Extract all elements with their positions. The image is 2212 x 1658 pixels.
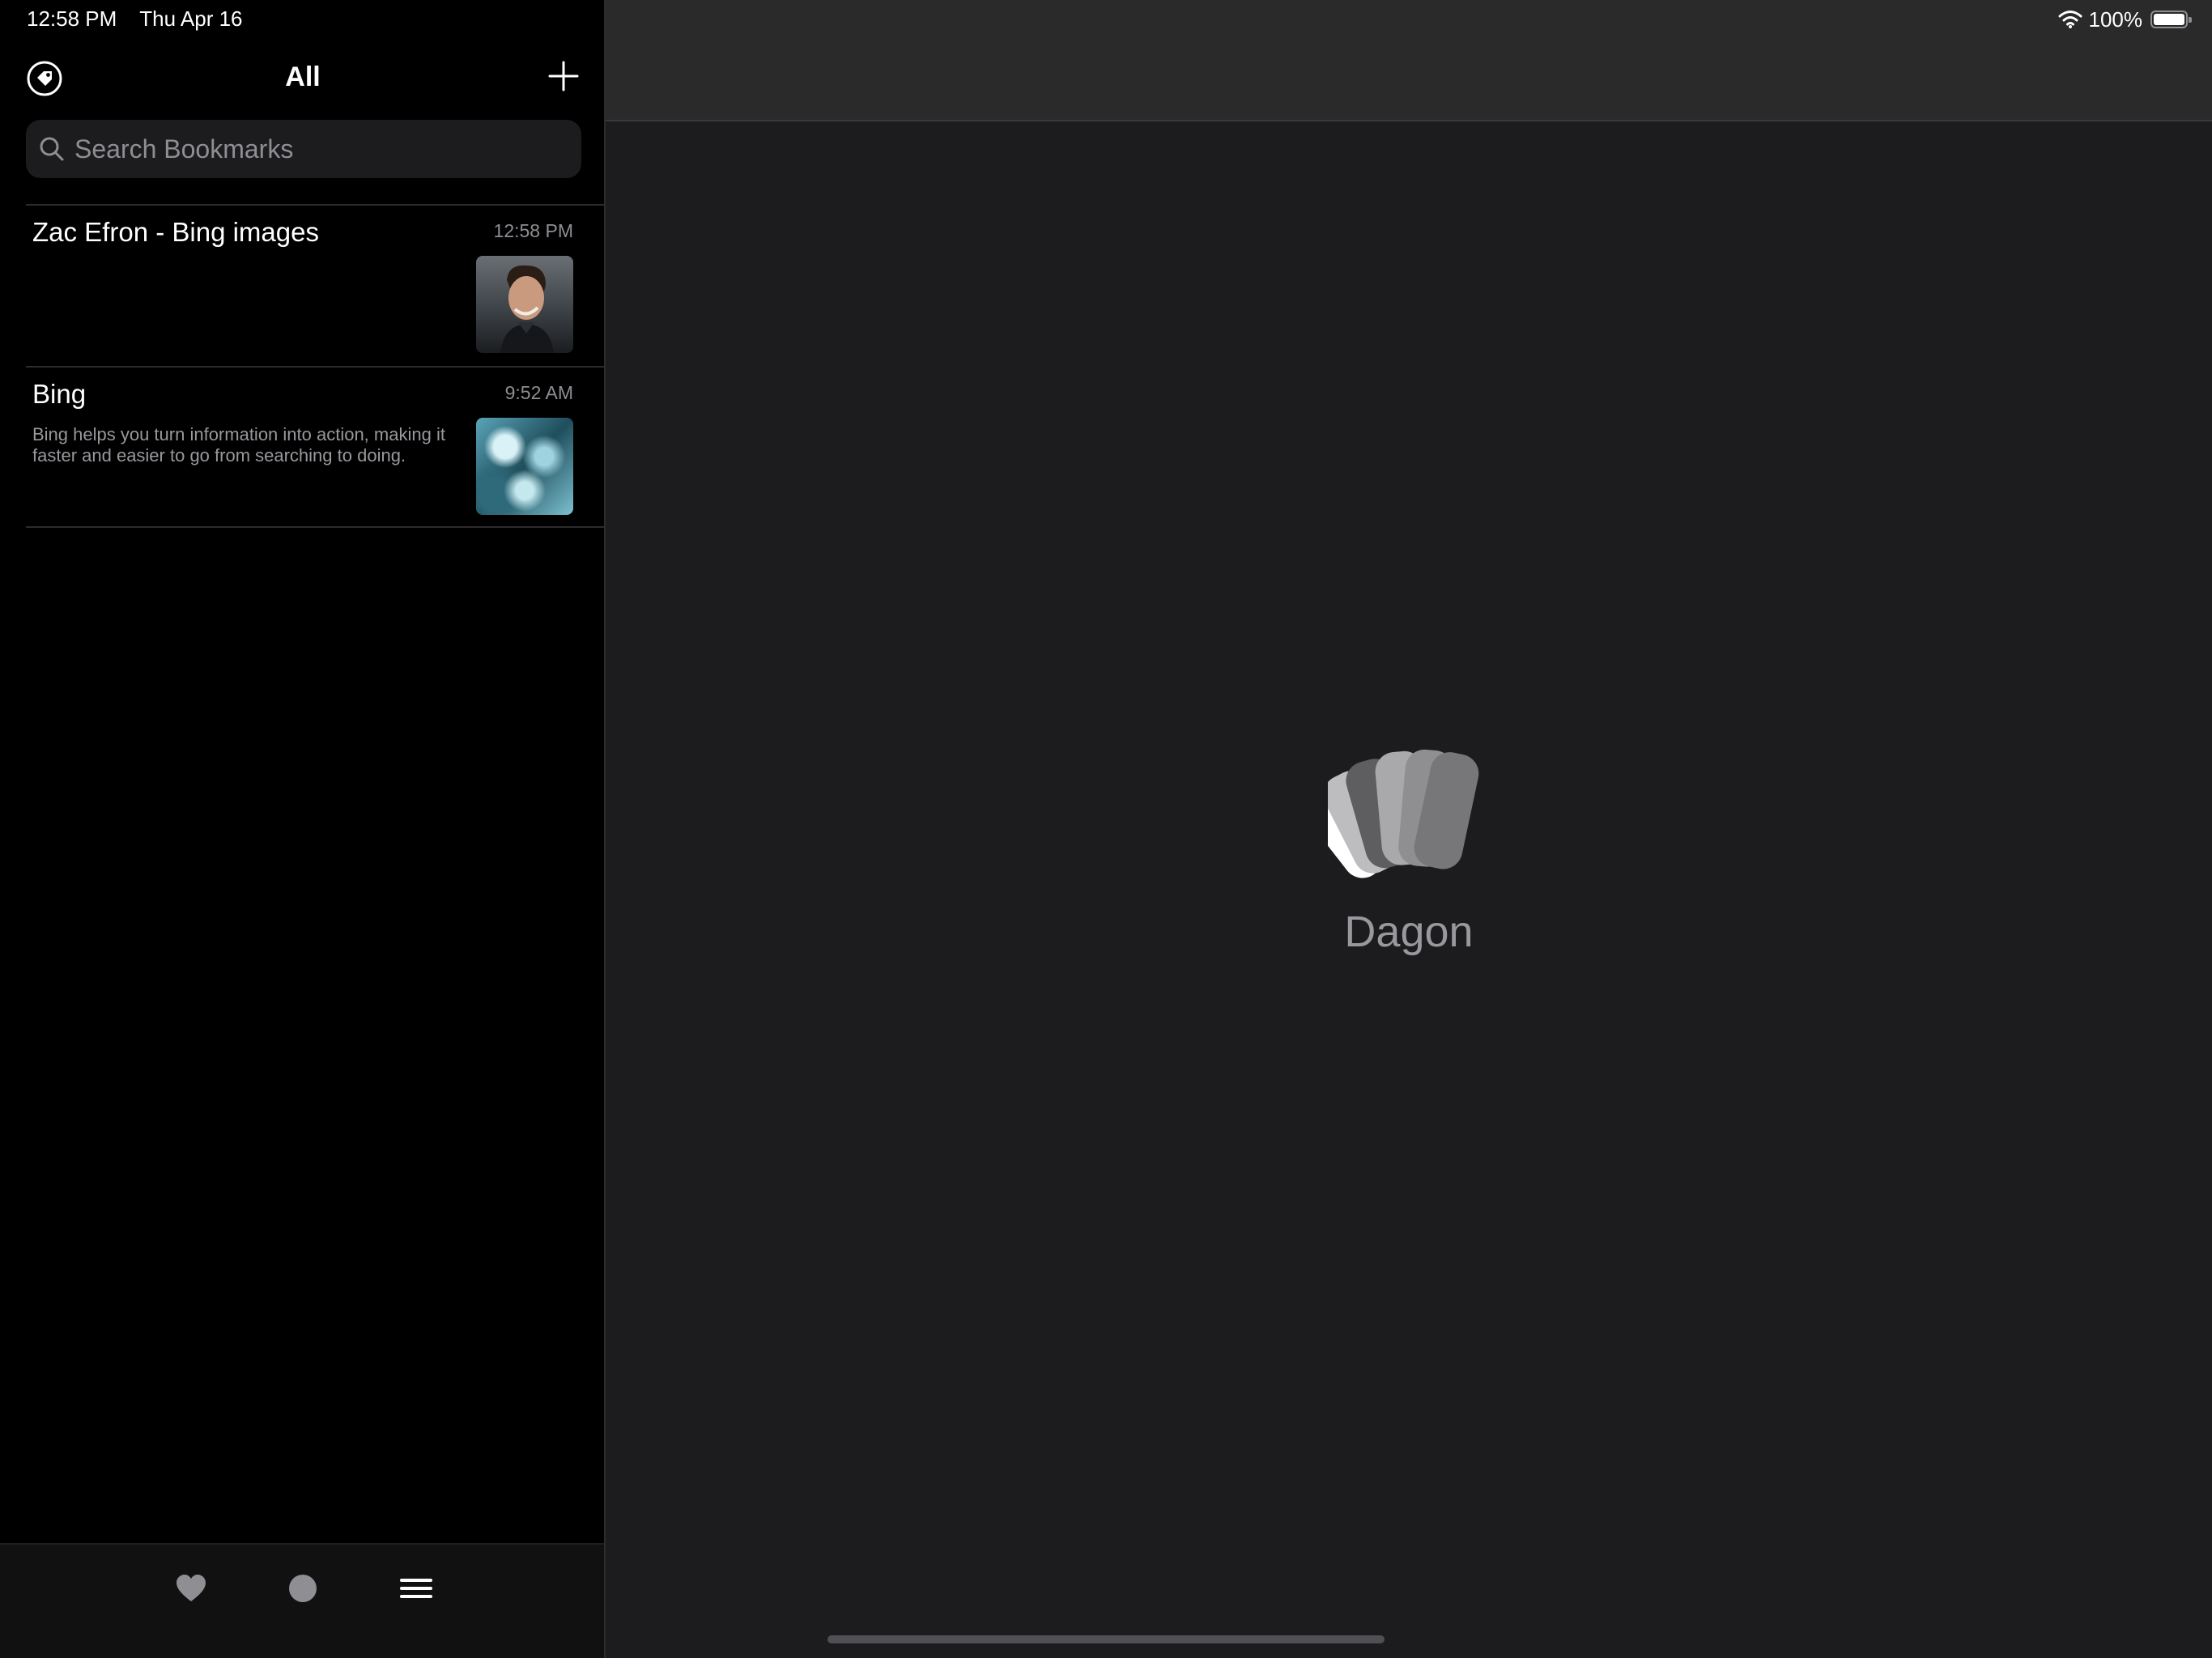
wifi-icon xyxy=(2058,11,2082,28)
circle-icon[interactable] xyxy=(285,1571,321,1606)
menu-icon[interactable] xyxy=(398,1571,434,1606)
status-bar-left: 12:58 PM Thu Apr 16 xyxy=(27,6,266,32)
bookmark-list: Zac Efron - Bing images 12:58 PM Bing 9:… xyxy=(26,204,606,528)
app-name-label: Dagon xyxy=(1344,908,1474,956)
bookmark-time: 9:52 AM xyxy=(504,382,573,403)
bookmark-time: 12:58 PM xyxy=(493,220,573,241)
heart-icon[interactable] xyxy=(173,1571,209,1606)
battery-fill xyxy=(2154,14,2184,25)
bookmarks-sidebar: All Zac Efron - Bing images 12:58 PM xyxy=(0,0,606,1658)
dagon-logo xyxy=(1328,749,1479,878)
bookmark-item-zac-efron[interactable]: Zac Efron - Bing images 12:58 PM xyxy=(26,204,606,366)
detail-toolbar xyxy=(606,0,2212,121)
bookmark-thumbnail xyxy=(476,256,573,353)
status-date: Thu Apr 16 xyxy=(139,6,243,31)
battery-percentage: 100% xyxy=(2088,6,2143,32)
battery-tip xyxy=(2189,17,2192,23)
tab-bar xyxy=(0,1543,604,1658)
bookmark-title: Bing xyxy=(32,379,87,409)
search-input[interactable] xyxy=(74,134,581,164)
bookmark-title: Zac Efron - Bing images xyxy=(32,217,319,247)
bookmark-item-bing[interactable]: Bing 9:52 AM Bing helps you turn informa… xyxy=(26,366,606,528)
status-bar-right: 100% xyxy=(2058,6,2192,32)
page-title: All xyxy=(285,62,321,92)
bookmark-description: Bing helps you turn information into act… xyxy=(32,424,445,466)
app-screen: All Zac Efron - Bing images 12:58 PM xyxy=(0,0,2212,1658)
status-time: 12:58 PM xyxy=(27,6,117,31)
sidebar-nav-bar: All xyxy=(0,40,606,118)
add-bookmark-button[interactable] xyxy=(547,60,580,92)
search-bar[interactable] xyxy=(26,120,581,178)
bookmark-thumbnail xyxy=(476,418,573,515)
battery-icon xyxy=(2150,11,2192,28)
search-icon xyxy=(40,137,64,161)
portrait-image xyxy=(500,265,554,353)
home-indicator xyxy=(827,1635,1385,1643)
